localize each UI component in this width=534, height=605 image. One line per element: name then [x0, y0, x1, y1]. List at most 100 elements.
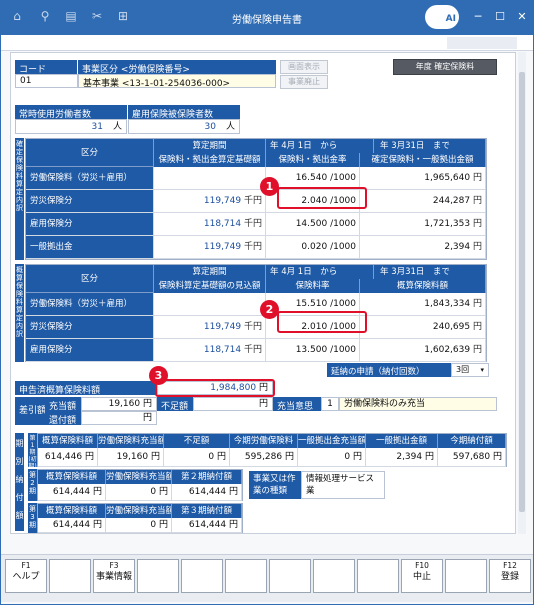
insured-workers-value: 30 — [204, 122, 216, 132]
application-window: ⌂ ⚲ ▤ ✂ ⊞ 労働保険申告書 AI ─ ☐ ✕ コード 事業区分 <労働保… — [0, 0, 534, 605]
confirmed-row-rate[interactable]: 14.500 /1000 — [266, 213, 360, 236]
p1-header: 一般拠出金額 — [366, 434, 438, 449]
f7-button[interactable] — [269, 559, 311, 593]
confirmed-col-rate: 保険料・拠出金率 — [266, 153, 360, 168]
confirmed-row-base[interactable]: 119,749 千円 — [154, 190, 266, 213]
function-key-bar: F1 ヘルプ F3 事業情報 F10 中止 F12 登録 — [1, 554, 533, 602]
f10-cancel-button[interactable]: F10 中止 — [401, 559, 443, 593]
confirmed-row-rate[interactable]: 0.020 /1000 — [266, 236, 360, 259]
p1-value[interactable]: 0 円 — [164, 448, 230, 467]
p1-value[interactable]: 597,680 円 — [438, 448, 506, 467]
p3-header: 第３期納付額 — [172, 504, 242, 519]
p2-value[interactable]: 0 円 — [106, 484, 172, 501]
surplus-field[interactable]: 19,160 円 — [81, 397, 157, 411]
confirmed-row: 雇用保険分 118,714 千円 14.500 /1000 1,721,353 … — [26, 213, 486, 236]
surplus-unit: 円 — [142, 399, 152, 409]
business-type-label: 事業又は作業の種類 — [249, 471, 301, 499]
confirmed-row-amount[interactable]: 244,287 円 — [360, 190, 486, 213]
estimated-row-base[interactable] — [154, 293, 266, 316]
estimated-row: 労災保険分 119,749 千円 2.010 /1000 240,695 円 — [26, 316, 486, 339]
deferral-select[interactable]: 3回 ▾ — [451, 363, 489, 377]
shortage-unit: 円 — [258, 399, 268, 409]
regular-workers-value: 31 — [91, 122, 103, 132]
shortage-field[interactable]: 円 — [193, 397, 273, 411]
period3-table: 概算保険料額 労働保険料充当額 第３期納付額 614,444 円 0 円 614… — [37, 503, 243, 533]
estimated-row-base[interactable]: 119,749 千円 — [154, 316, 266, 339]
f6-button[interactable] — [225, 559, 267, 593]
intent-code[interactable]: 1 — [321, 397, 339, 411]
office-abolish-button[interactable]: 事業廃止 — [280, 75, 328, 89]
office-header: 事業区分 <労働保険番号> — [78, 60, 276, 75]
f12-register-button[interactable]: F12 登録 — [489, 559, 531, 593]
p1-value[interactable]: 595,286 円 — [230, 448, 298, 467]
p3-value[interactable]: 614,444 円 — [172, 518, 242, 533]
confirmed-row-base[interactable]: 119,749 千円 — [154, 236, 266, 259]
p1-value[interactable]: 0 円 — [298, 448, 366, 467]
estimated-row-rate[interactable]: 13.500 /1000 — [266, 339, 360, 362]
p1-header: 不足額 — [164, 434, 230, 449]
confirmed-row: 一般拠出金 119,749 千円 0.020 /1000 2,394 円 — [26, 236, 486, 259]
confirmed-row: 労災保険分 119,749 千円 2.040 /1000 244,287 円 — [26, 190, 486, 213]
estimated-row-amount[interactable]: 240,695 円 — [360, 316, 486, 339]
p2-header: 概算保険料額 — [38, 470, 106, 485]
year-confirmed-premium-button[interactable]: 年度 確定保険料 — [393, 59, 497, 75]
confirmed-row-base[interactable] — [154, 167, 266, 190]
p1-value[interactable]: 19,160 円 — [98, 448, 164, 467]
p3-header: 労働保険料充当額 — [106, 504, 172, 519]
estimated-side-label: 概算保険料算定内訳 — [15, 264, 24, 362]
f8-button[interactable] — [313, 559, 355, 593]
f4-button[interactable] — [137, 559, 179, 593]
period3-label: 第3期 — [28, 503, 37, 533]
f11-button[interactable] — [445, 559, 487, 593]
confirmed-row-amount[interactable]: 1,965,640 円 — [360, 167, 486, 190]
p2-value[interactable]: 614,444 円 — [172, 484, 242, 501]
period2-table: 概算保険料額 労働保険料充当額 第２期納付額 614,444 円 0 円 614… — [37, 469, 243, 501]
refund-field[interactable]: 円 — [81, 411, 157, 425]
p1-value[interactable]: 2,394 円 — [366, 448, 438, 467]
callout-box-3 — [155, 379, 275, 397]
title-bar: ⌂ ⚲ ▤ ✂ ⊞ 労働保険申告書 AI ─ ☐ ✕ — [1, 1, 533, 35]
period1-table: 概算保険料額 労働保険料充当額 不足額 今期労働保険料 一般拠出金充当額 一般拠… — [37, 433, 507, 467]
maximize-icon[interactable]: ☐ — [491, 9, 509, 25]
confirmed-row-amount[interactable]: 2,394 円 — [360, 236, 486, 259]
regular-workers-unit: 人 — [112, 122, 122, 132]
period2-label: 第2期 — [28, 469, 37, 501]
p2-value[interactable]: 614,444 円 — [38, 484, 106, 501]
p3-header: 概算保険料額 — [38, 504, 106, 519]
installments-side-label: 期別納付額 — [15, 433, 24, 531]
f1-help-button[interactable]: F1 ヘルプ — [5, 559, 47, 593]
estimated-row-amount[interactable]: 1,843,334 円 — [360, 293, 486, 316]
f3-business-info-button[interactable]: F3 事業情報 — [93, 559, 135, 593]
estimated-row-base[interactable]: 118,714 千円 — [154, 339, 266, 362]
p3-value[interactable]: 0 円 — [106, 518, 172, 533]
scrollbar-thumb[interactable] — [519, 72, 525, 512]
confirmed-col-amount: 確定保険料・一般拠出金額 — [360, 153, 486, 168]
estimated-row-amount[interactable]: 1,602,639 円 — [360, 339, 486, 362]
office-value[interactable]: 基本事業 <13-1-01-254036-000> — [78, 74, 276, 89]
p3-value[interactable]: 614,444 円 — [38, 518, 106, 533]
estimated-row: 労働保険料（労災＋雇用） 15.510 /1000 1,843,334 円 — [26, 293, 486, 316]
code-value[interactable]: 01 — [15, 74, 78, 88]
p1-value[interactable]: 614,446 円 — [38, 448, 98, 467]
deferral-label: 延納の申請（納付回数） — [327, 363, 451, 377]
insured-workers-field[interactable]: 30 人 — [128, 119, 240, 134]
callout-badge-1: 1 — [260, 177, 279, 196]
confirmed-row-name: 一般拠出金 — [26, 236, 154, 259]
estimated-row-name: 雇用保険分 — [26, 339, 154, 362]
shortage-label: 不足額 — [157, 397, 193, 412]
f2-button[interactable] — [49, 559, 91, 593]
insured-workers-label: 雇用保険被保険者数 — [128, 105, 240, 120]
vertical-scrollbar[interactable] — [518, 52, 526, 534]
sub-toolbar — [1, 35, 533, 51]
regular-workers-label: 常時使用労働者数 — [15, 105, 127, 120]
confirmed-row-base[interactable]: 118,714 千円 — [154, 213, 266, 236]
confirmed-row-amount[interactable]: 1,721,353 円 — [360, 213, 486, 236]
f5-button[interactable] — [181, 559, 223, 593]
close-icon[interactable]: ✕ — [513, 9, 531, 25]
callout-box-1 — [277, 187, 367, 209]
regular-workers-field[interactable]: 31 人 — [15, 119, 127, 134]
screen-display-button[interactable]: 画面表示 — [280, 60, 328, 74]
f9-button[interactable] — [357, 559, 399, 593]
minimize-icon[interactable]: ─ — [469, 9, 487, 25]
ai-cloud-icon[interactable]: AI — [425, 5, 459, 29]
